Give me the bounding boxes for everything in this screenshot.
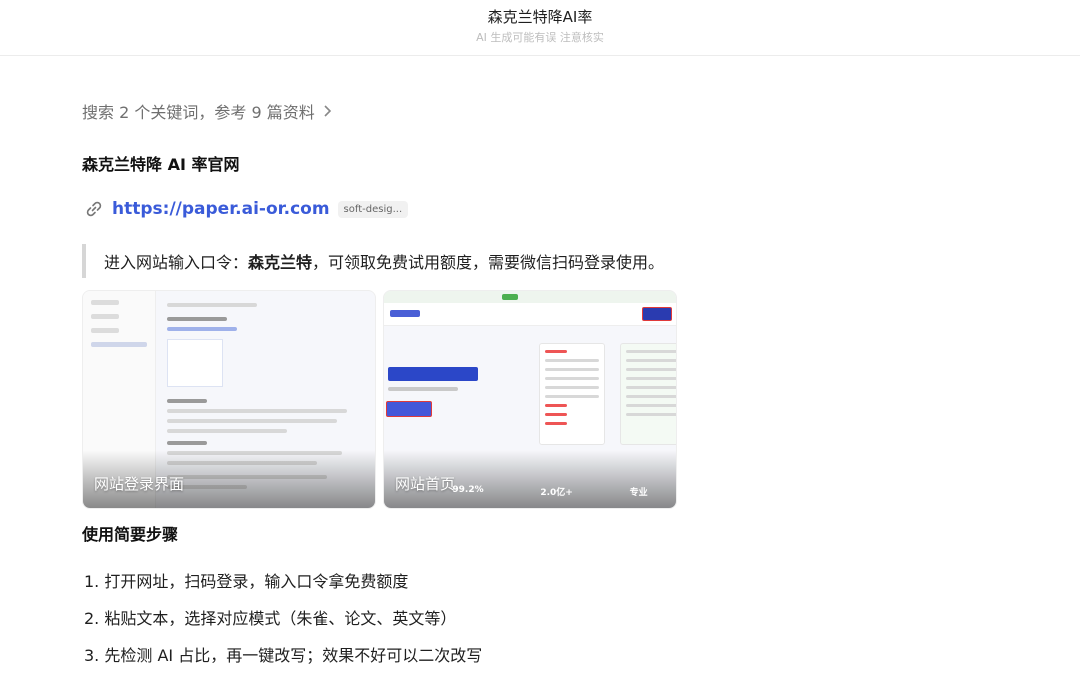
ai-disclaimer: AI 生成可能有误 注意核实: [476, 31, 604, 44]
list-item: 1. 打开网址，扫码登录，输入口令拿免费额度: [84, 572, 409, 591]
steps-heading: 使用简要步骤: [82, 525, 179, 544]
stat-value: 2.0亿+: [540, 488, 573, 498]
search-summary-toggle[interactable]: 搜索 2 个关键词，参考 9 篇资料: [82, 99, 333, 123]
quote-suffix: ，可领取免费试用额度，需要微信扫码登录使用。: [312, 253, 665, 272]
official-link-row: https://paper.ai-or.com soft-desig...: [84, 199, 409, 219]
image-caption: 网站登录界面: [94, 475, 185, 493]
link-icon: [86, 201, 102, 217]
stat-value: 专业: [629, 488, 648, 498]
quote-keyword: 森克兰特: [248, 253, 313, 272]
list-item: 3. 先检测 AI 占比，再一键改写；效果不好可以二次改写: [84, 646, 483, 665]
thumb-stats: 99.2% 2.0亿+ 专业: [384, 485, 676, 498]
official-site-heading: 森克兰特降 AI 率官网: [82, 155, 240, 174]
quote-prefix: 进入网站输入口令：: [104, 253, 249, 272]
login-screenshot-card[interactable]: 网站登录界面: [82, 290, 376, 509]
instruction-quote: 进入网站输入口令： 森克兰特 ，可领取免费试用额度，需要微信扫码登录使用。: [82, 244, 664, 278]
top-bar: 森克兰特降AI率 AI 生成可能有误 注意核实: [0, 0, 1080, 56]
page-title: 森克兰特降AI率: [487, 8, 593, 26]
stat-value: 99.2%: [452, 485, 484, 495]
chevron-right-icon: [324, 105, 331, 117]
homepage-screenshot-card[interactable]: 99.2% 2.0亿+ 专业 网站首页: [383, 290, 677, 509]
list-item: 2. 粘贴文本，选择对应模式（朱雀、论文、英文等）: [84, 609, 457, 628]
source-tag[interactable]: soft-desig...: [337, 200, 409, 218]
official-site-link[interactable]: https://paper.ai-or.com: [112, 199, 330, 219]
search-summary-text: 搜索 2 个关键词，参考 9 篇资料: [82, 103, 315, 122]
